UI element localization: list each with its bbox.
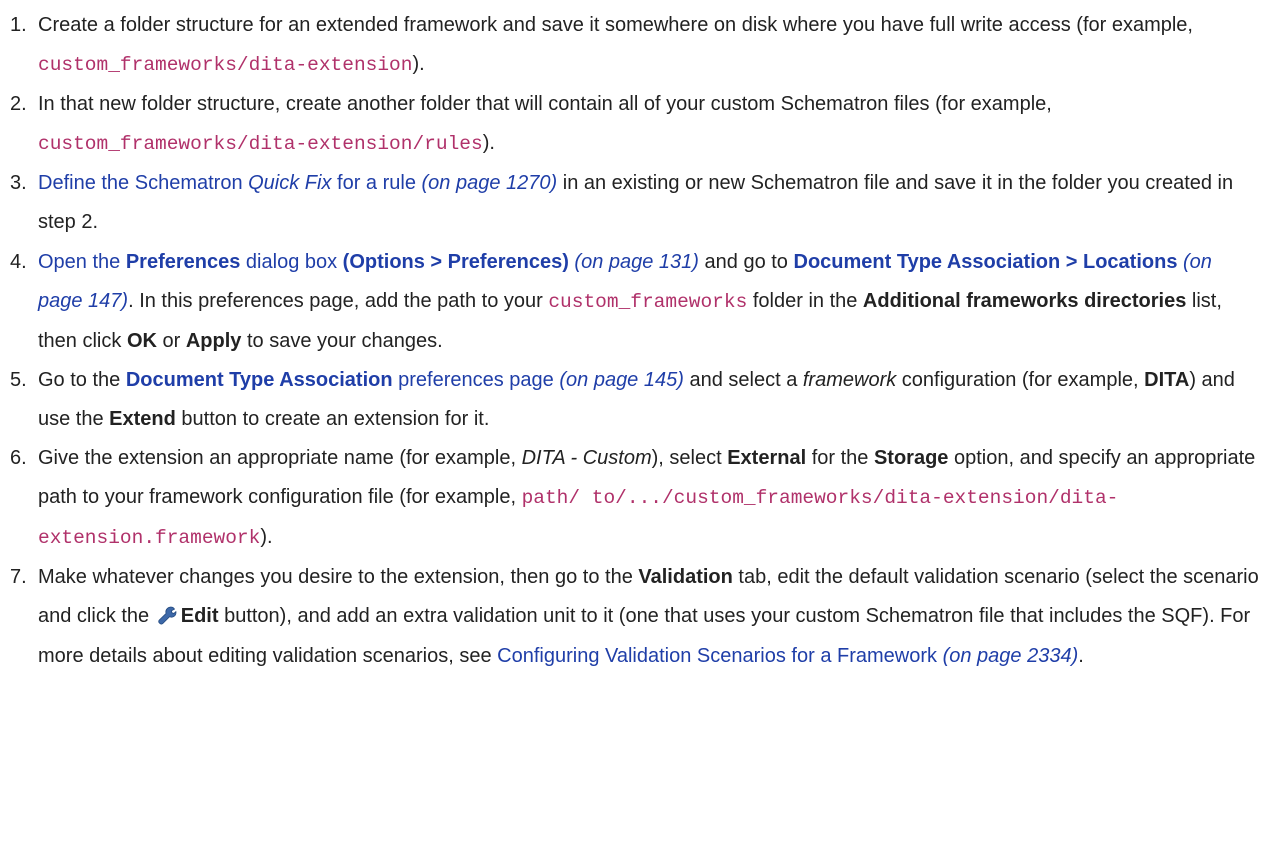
step-4: 4. Open the Preferences dialog box (Opti… bbox=[10, 243, 1260, 361]
bold-term: Validation bbox=[638, 566, 733, 589]
step-text: folder in the bbox=[747, 289, 863, 312]
page-reference[interactable]: (on page 131) bbox=[569, 251, 699, 273]
step-text: to save your changes. bbox=[241, 329, 443, 352]
link-text[interactable]: preferences page bbox=[393, 369, 554, 391]
step-text: ), select bbox=[651, 447, 728, 470]
link-text-italic[interactable]: Quick Fix bbox=[248, 172, 331, 194]
code-path: custom_frameworks/dita-extension/rules bbox=[38, 133, 483, 156]
preferences-dialog-link[interactable]: Open the Preferences dialog box (Options… bbox=[38, 251, 569, 273]
quick-fix-link[interactable]: Define the Schematron Quick Fix for a ru… bbox=[38, 172, 416, 194]
step-7: 7. Make whatever changes you desire to t… bbox=[10, 558, 1260, 675]
page-reference[interactable]: (on page 1270) bbox=[416, 172, 558, 194]
step-text: ). bbox=[260, 526, 273, 549]
link-text[interactable]: dialog box bbox=[240, 251, 342, 273]
page-reference[interactable]: (on page 145) bbox=[554, 369, 684, 391]
wrench-icon bbox=[155, 600, 177, 625]
step-6: 6. Give the extension an appropriate nam… bbox=[10, 439, 1260, 558]
document-type-association-link[interactable]: Document Type Association preferences pa… bbox=[126, 369, 554, 391]
step-number: 4. bbox=[10, 250, 27, 273]
italic-term: framework bbox=[802, 368, 897, 391]
step-text: . In this preferences page, add the path… bbox=[128, 289, 549, 312]
link-text[interactable]: Define the Schematron bbox=[38, 172, 248, 194]
step-text: configuration (for example, bbox=[896, 368, 1145, 391]
step-text: Go to the bbox=[38, 368, 126, 391]
bold-term: External bbox=[727, 447, 807, 470]
link-text-bold[interactable]: Preferences bbox=[126, 251, 241, 273]
bold-term: Edit bbox=[180, 605, 219, 628]
link-text-bold[interactable]: (Options > Preferences) bbox=[343, 251, 569, 273]
link-text[interactable]: for a rule bbox=[331, 172, 416, 194]
step-text: button to create an extension for it. bbox=[175, 407, 490, 430]
bold-term: Storage bbox=[873, 447, 949, 470]
step-5: 5. Go to the Document Type Association p… bbox=[10, 361, 1260, 439]
configuring-validation-scenarios-link[interactable]: Configuring Validation Scenarios for a F… bbox=[497, 645, 937, 667]
step-text: or bbox=[156, 329, 186, 352]
step-text: . bbox=[1078, 644, 1084, 667]
step-text: Give the extension an appropriate name (… bbox=[38, 447, 522, 470]
instruction-list: 1. Create a folder structure for an exte… bbox=[0, 0, 1260, 676]
step-text: In that new folder structure, create ano… bbox=[38, 93, 1052, 116]
link-text-bold[interactable]: Document Type Association bbox=[126, 369, 393, 391]
link-text[interactable]: Open the bbox=[38, 251, 126, 273]
step-text: ). bbox=[482, 132, 495, 155]
step-text: and select a bbox=[683, 368, 803, 391]
bold-term: OK bbox=[126, 329, 157, 352]
page-reference[interactable]: (on page 2334) bbox=[937, 645, 1079, 667]
code-path: custom_frameworks/dita-extension bbox=[38, 54, 413, 77]
step-1: 1. Create a folder structure for an exte… bbox=[10, 6, 1260, 85]
bold-term: Extend bbox=[109, 407, 176, 430]
step-text: ). bbox=[412, 53, 425, 76]
step-text: Create a folder structure for an extende… bbox=[38, 14, 1193, 36]
step-2: 2. In that new folder structure, create … bbox=[10, 85, 1260, 164]
bold-term: DITA bbox=[1144, 368, 1190, 391]
italic-term: DITA - Custom bbox=[521, 447, 652, 470]
step-number: 5. bbox=[10, 368, 27, 391]
step-number: 3. bbox=[10, 172, 27, 195]
code-path: custom_frameworks bbox=[548, 290, 748, 313]
bold-term: Apply bbox=[185, 329, 242, 352]
step-text: and go to bbox=[698, 250, 794, 273]
bold-term: Additional frameworks directories bbox=[862, 289, 1187, 312]
step-text: Make whatever changes you desire to the … bbox=[38, 566, 639, 589]
step-number: 7. bbox=[10, 566, 27, 589]
step-number: 1. bbox=[10, 14, 27, 36]
step-number: 2. bbox=[10, 93, 27, 116]
step-text: for the bbox=[806, 447, 874, 470]
step-number: 6. bbox=[10, 447, 27, 470]
step-3: 3. Define the Schematron Quick Fix for a… bbox=[10, 164, 1260, 242]
locations-link[interactable]: Document Type Association > Locations bbox=[794, 251, 1178, 273]
